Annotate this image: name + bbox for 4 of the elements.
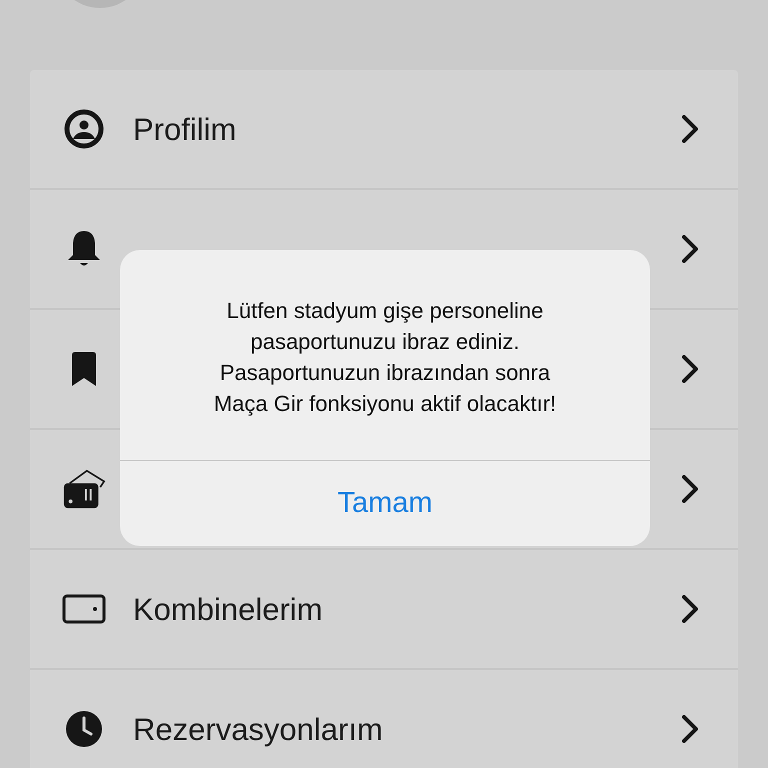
alert-message: pasaportunuzu ibraz ediniz. (250, 328, 520, 356)
alert-message: Pasaportunuzun ibrazından sonra (220, 359, 550, 387)
alert-message: Maça Gir fonksiyonu aktif olacaktır! (214, 390, 556, 418)
alert-message: Lütfen stadyum gişe personeline (226, 297, 544, 325)
